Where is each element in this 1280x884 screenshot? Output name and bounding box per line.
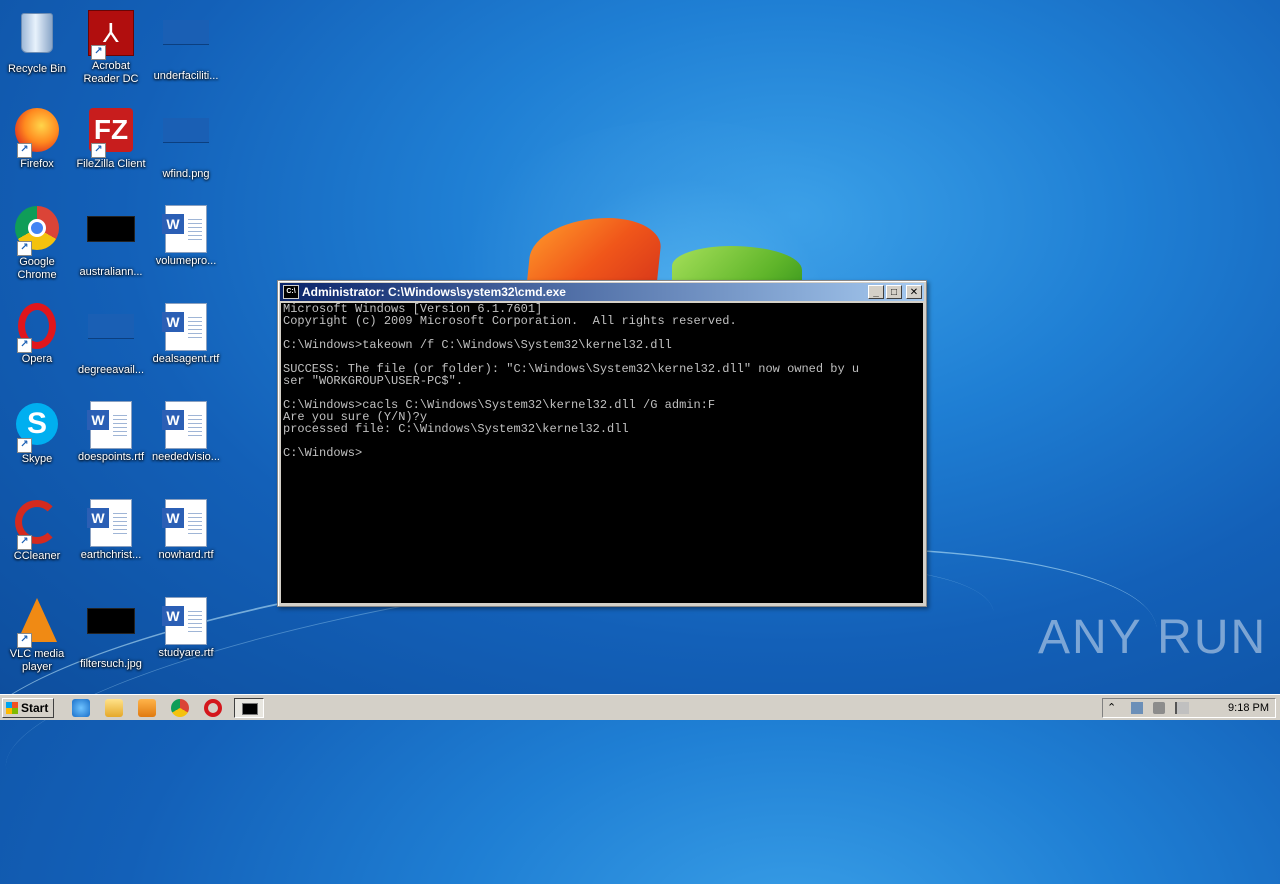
desktop-icon-skype[interactable]: S ↗ Skype [0, 400, 74, 466]
desktop-icon-filezilla[interactable]: FZ ↗ FileZilla Client [74, 106, 148, 171]
shortcut-arrow-icon: ↗ [17, 338, 32, 353]
desktop-icon-label: wfind.png [162, 168, 210, 180]
console-prompt[interactable]: C:\Windows> [283, 447, 923, 459]
console-output[interactable]: Microsoft Windows [Version 6.1.7601] Cop… [281, 303, 923, 603]
image-thumbnail-icon [88, 314, 134, 339]
taskbar-cmd-button[interactable] [234, 698, 264, 718]
desktop-icon-label: FileZilla Client [76, 158, 146, 170]
desktop-icon-label: earthchrist... [80, 549, 142, 561]
system-tray: ⌃ 9:18 PM [1102, 698, 1276, 718]
desktop-icon-label: VLC media player [9, 648, 65, 673]
anyrun-watermark: ANY RUN [1038, 611, 1268, 664]
desktop-icon-label: Opera [21, 353, 53, 365]
console-line: processed file: C:\Windows\System32\kern… [283, 422, 629, 436]
desktop-icon-label: studyare.rtf [158, 647, 214, 659]
shortcut-arrow-icon: ↗ [91, 143, 106, 158]
desktop-icon-label: australiann... [79, 266, 143, 278]
desktop-icon-wfind[interactable]: wfind.png [149, 106, 223, 181]
word-document-icon: W [87, 499, 132, 547]
start-label: Start [21, 701, 49, 715]
console-line: Copyright (c) 2009 Microsoft Corporation… [283, 314, 737, 328]
media-player-icon[interactable] [138, 699, 156, 717]
desktop-icon-opera[interactable]: ↗ Opera [0, 302, 74, 366]
recycle-bin-icon [21, 13, 53, 53]
shortcut-arrow-icon: ↗ [17, 438, 32, 453]
show-hidden-icons-icon[interactable]: ⌃ [1107, 701, 1116, 714]
desktop-icon-label: doespoints.rtf [77, 451, 145, 463]
image-thumbnail-icon [87, 608, 135, 634]
desktop-icon-vlc[interactable]: ↗ VLC media player [0, 596, 74, 674]
window-titlebar[interactable]: C:\ Administrator: C:\Windows\system32\c… [280, 283, 924, 301]
desktop-icon-underfaciliti[interactable]: underfaciliti... [149, 8, 223, 83]
shortcut-arrow-icon: ↗ [17, 633, 32, 648]
desktop-icon-degreeavail[interactable]: degreeavail... [74, 302, 148, 377]
action-center-flag-icon[interactable] [1175, 702, 1189, 714]
desktop-icon-label: neededvisio... [152, 451, 220, 463]
window-title: Administrator: C:\Windows\system32\cmd.e… [302, 285, 566, 299]
desktop-icon-label: degreeavail... [77, 364, 145, 376]
image-thumbnail-icon [163, 20, 209, 45]
shortcut-arrow-icon: ↗ [91, 45, 106, 60]
desktop-icon-chrome[interactable]: ↗ Google Chrome [0, 204, 74, 282]
clock[interactable]: 9:18 PM [1228, 702, 1269, 714]
desktop-icon-studyare[interactable]: W studyare.rtf [149, 596, 223, 660]
desktop-icon-label: CCleaner [13, 550, 61, 562]
network-icon[interactable] [1131, 702, 1143, 714]
desktop-icon-firefox[interactable]: ↗ Firefox [0, 106, 74, 171]
image-thumbnail-icon [87, 216, 135, 242]
desktop-icon-label: filtersuch.jpg [80, 658, 142, 670]
close-button[interactable]: ✕ [906, 285, 922, 299]
desktop-icon-recycle-bin[interactable]: Recycle Bin [0, 8, 74, 76]
word-document-icon: W [162, 303, 207, 351]
volume-icon[interactable] [1153, 702, 1165, 714]
desktop-icon-doespoints[interactable]: W doespoints.rtf [74, 400, 148, 464]
desktop-icon-nowhard[interactable]: W nowhard.rtf [149, 498, 223, 562]
desktop-icon-label: Recycle Bin [7, 63, 67, 75]
word-document-icon: W [87, 401, 132, 449]
shortcut-arrow-icon: ↗ [17, 241, 32, 256]
desktop-icon-earthchrist[interactable]: W earthchrist... [74, 498, 148, 562]
internet-explorer-icon[interactable] [72, 699, 90, 717]
desktop-icon-filtersuch[interactable]: filtersuch.jpg [74, 596, 148, 671]
opera-taskbar-icon[interactable] [204, 699, 222, 717]
desktop-icon-label: dealsagent.rtf [152, 353, 220, 365]
windows-logo-icon [6, 702, 18, 714]
desktop-icon-label: Firefox [20, 158, 54, 170]
desktop-icon-ccleaner[interactable]: ↗ CCleaner [0, 498, 74, 563]
start-button[interactable]: Start [2, 698, 54, 718]
desktop-icon-australiann[interactable]: australiann... [74, 204, 148, 279]
image-thumbnail-icon [163, 118, 209, 143]
taskbar: Start ⌃ 9:18 PM [0, 694, 1280, 720]
console-line: ser "WORKGROUP\USER-PC$". [283, 374, 464, 388]
word-document-icon: W [162, 499, 207, 547]
cmd-app-icon[interactable]: C:\ [283, 285, 299, 299]
file-explorer-icon[interactable] [105, 699, 123, 717]
maximize-button[interactable]: □ [886, 285, 902, 299]
desktop-icon-label: nowhard.rtf [158, 549, 214, 561]
desktop-icon-volumepro[interactable]: W volumepro... [149, 204, 223, 268]
desktop-icon-label: Skype [21, 453, 53, 465]
shortcut-arrow-icon: ↗ [17, 143, 32, 158]
desktop-icon-label: underfaciliti... [153, 70, 219, 82]
cmd-taskbar-icon [242, 703, 258, 715]
word-document-icon: W [162, 597, 207, 645]
chrome-taskbar-icon[interactable] [171, 699, 189, 717]
desktop-icon-label: volumepro... [155, 255, 217, 267]
desktop-icon-label: Google Chrome [17, 256, 57, 281]
desktop-icon-neededvisio[interactable]: W neededvisio... [149, 400, 223, 464]
minimize-button[interactable]: _ [868, 285, 884, 299]
desktop-icon-label: Acrobat Reader DC [83, 60, 139, 85]
desktop-icon-acrobat[interactable]: ⅄ ↗ Acrobat Reader DC [74, 8, 148, 86]
word-document-icon: W [162, 401, 207, 449]
cmd-window[interactable]: C:\ Administrator: C:\Windows\system32\c… [277, 280, 927, 607]
shortcut-arrow-icon: ↗ [17, 535, 32, 550]
word-document-icon: W [162, 205, 207, 253]
console-line: C:\Windows>takeown /f C:\Windows\System3… [283, 338, 672, 352]
desktop-icon-dealsagent[interactable]: W dealsagent.rtf [149, 302, 223, 366]
